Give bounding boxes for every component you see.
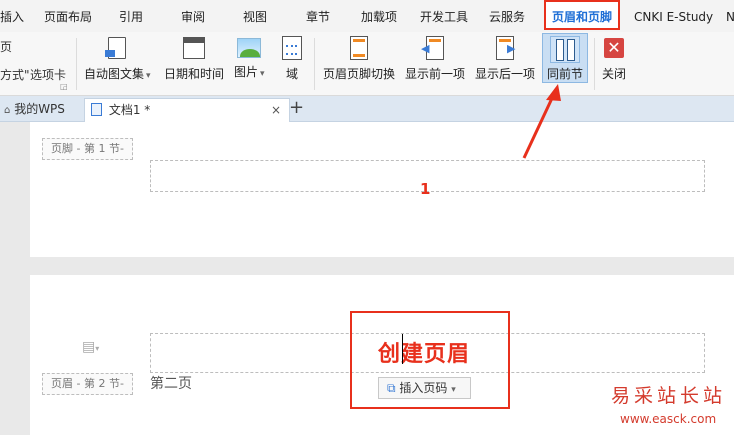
show-next-button[interactable]: ▶ 显示后一项 xyxy=(475,36,535,82)
tab-my-wps[interactable]: ⌂ 我的WPS xyxy=(0,98,65,122)
show-next-label: 显示后一项 xyxy=(475,67,536,81)
show-previous-button[interactable]: ◀ 显示前一项 xyxy=(405,36,465,82)
tab-view[interactable]: 视图 xyxy=(243,9,267,25)
left-arrow-icon: ◀ xyxy=(421,42,430,55)
switch-header-footer-label: 页眉页脚切换 xyxy=(323,67,396,81)
highlight-box-header xyxy=(350,311,510,409)
page-1: 1 xyxy=(30,122,734,257)
annotation-number: 1 xyxy=(420,180,431,198)
auto-text-label: 自动图文集 xyxy=(84,65,151,82)
date-time-button[interactable]: 日期和时间 xyxy=(164,36,224,82)
separator xyxy=(76,38,77,90)
close-icon: ✕ xyxy=(604,38,624,58)
same-as-previous-button[interactable]: 同前节 xyxy=(542,33,588,83)
tab-document1-label: 文档1 * xyxy=(108,103,151,117)
dialog-launcher-icon[interactable]: ◲ xyxy=(60,82,68,91)
tab-developer[interactable]: 开发工具 xyxy=(420,9,468,25)
field-label: 域 xyxy=(285,67,298,81)
close-label: 关闭 xyxy=(602,67,627,81)
right-arrow-icon: ▶ xyxy=(507,42,516,55)
field-button[interactable]: 域 xyxy=(280,36,304,82)
footer-section-tag: 页脚 - 第 1 节- xyxy=(42,138,133,160)
ribbon-tab-bar: 插入 页面布局 引用 审阅 视图 章节 加载项 开发工具 云服务 页眉和页脚 C… xyxy=(0,0,734,32)
tab-review[interactable]: 审阅 xyxy=(181,9,205,25)
same-as-previous-icon xyxy=(550,36,580,63)
field-icon xyxy=(282,36,302,60)
tab-references[interactable]: 引用 xyxy=(119,9,143,25)
tab-overflow[interactable]: N xyxy=(726,9,734,25)
picture-icon xyxy=(237,38,262,58)
separator xyxy=(594,38,595,90)
tab-my-wps-label: 我的WPS xyxy=(14,102,65,116)
document-icon xyxy=(91,103,102,116)
options-tab-button[interactable]: 选项卡 xyxy=(30,66,66,83)
wps-home-icon: ⌂ xyxy=(4,105,11,116)
same-as-previous-label: 同前节 xyxy=(546,67,583,81)
close-tab-icon[interactable]: × xyxy=(271,99,281,121)
tab-header-footer[interactable]: 页眉和页脚 xyxy=(544,0,621,30)
tab-cloud-service[interactable]: 云服务 xyxy=(489,9,525,25)
tab-chapter[interactable]: 章节 xyxy=(306,9,330,25)
close-header-footer-button[interactable]: ✕ 关闭 xyxy=(602,36,626,82)
header-section-tag: 页眉 - 第 2 节- xyxy=(42,373,133,395)
picture-label: 图片 xyxy=(234,63,265,80)
show-next-icon: ▶ xyxy=(496,36,515,60)
tab-cnki-estudy[interactable]: CNKI E-Study xyxy=(634,9,713,25)
watermark-title: 易采站长站 xyxy=(611,385,727,407)
date-time-label: 日期和时间 xyxy=(164,67,225,81)
ribbon-clipped-label: 页 xyxy=(0,40,13,54)
separator xyxy=(314,38,315,90)
new-tab-button[interactable]: + xyxy=(289,96,304,120)
picture-button[interactable]: 图片 xyxy=(234,36,265,80)
watermark-url: www.easck.com xyxy=(620,412,717,426)
calendar-icon xyxy=(183,37,205,59)
show-previous-label: 显示前一项 xyxy=(405,67,466,81)
switch-header-footer-button[interactable]: 页眉页脚切换 xyxy=(323,36,395,82)
show-previous-icon: ◀ xyxy=(421,36,444,60)
document-tab-bar: ⌂ 我的WPS 文档1 * × + xyxy=(0,96,734,122)
header-options-icon[interactable]: ▤▾ xyxy=(82,339,99,355)
ribbon-panel: 页 方式" 选项卡 ◲ 自动图文集 日期和时间 图片 域 页眉页脚切换 ◀ 显示… xyxy=(0,32,734,96)
switch-header-footer-icon xyxy=(350,36,368,60)
format-clipped-label[interactable]: 方式" xyxy=(0,66,30,83)
auto-text-button[interactable]: 自动图文集 xyxy=(84,36,151,82)
auto-text-icon xyxy=(105,37,127,59)
page2-body-text: 第二页 xyxy=(150,376,192,392)
tab-insert[interactable]: 插入 xyxy=(0,9,24,25)
tab-document1[interactable]: 文档1 * × xyxy=(84,98,290,122)
tab-addins[interactable]: 加载项 xyxy=(361,9,397,25)
tab-page-layout[interactable]: 页面布局 xyxy=(44,9,92,25)
